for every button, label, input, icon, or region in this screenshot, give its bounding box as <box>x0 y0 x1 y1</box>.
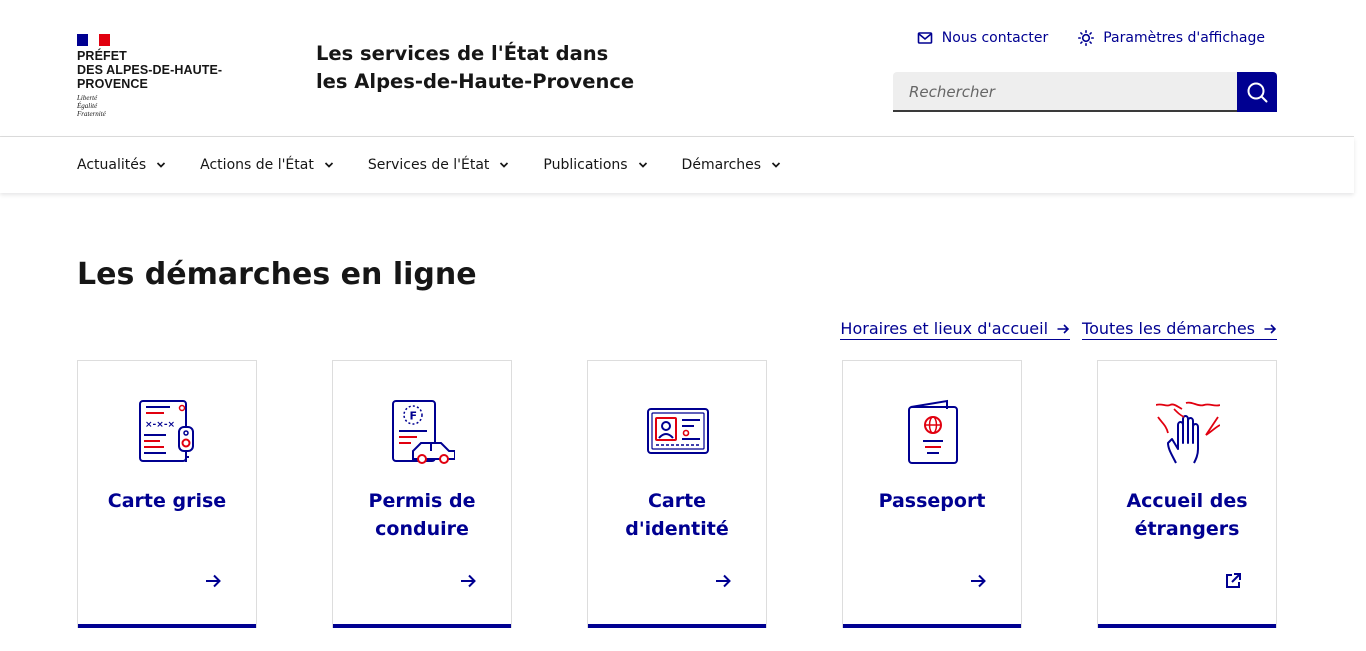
chevron-down-icon <box>771 162 781 168</box>
nav-item-actions-etat[interactable]: Actions de l'État <box>200 157 335 173</box>
card-carte-grise[interactable]: ×-×-× Carte grise <box>77 360 257 628</box>
id-card-icon <box>647 408 709 454</box>
search-icon <box>1247 82 1268 103</box>
nav-item-services-etat[interactable]: Services de l'État <box>368 157 511 173</box>
nav-item-label: Services de l'État <box>367 157 490 173</box>
chevron-down-icon <box>324 162 333 168</box>
card-title: Passeport <box>878 490 986 512</box>
contact-link[interactable]: Nous contacter <box>917 30 1048 46</box>
display-settings-label: Paramètres d'affichage <box>1103 30 1265 46</box>
card-carte-identite[interactable]: Carte d'identité <box>587 360 767 628</box>
republic-logo[interactable]: Préfet des Alpes-de-Haute-Provence Liber… <box>77 34 292 118</box>
nav-item-publications[interactable]: Publications <box>543 157 648 173</box>
arrow-right-icon <box>1057 323 1070 334</box>
horaires-link-label: Horaires et lieux d'accueil <box>840 319 1049 338</box>
republic-motto: Liberté Égalité Fraternité <box>77 94 292 118</box>
passport-icon <box>908 399 958 464</box>
logo-text: Préfet des Alpes-de-Haute-Provence <box>77 49 292 91</box>
search-button[interactable] <box>1237 72 1277 112</box>
demarches-links: Horaires et lieux d'accueil Toutes les d… <box>840 319 1277 340</box>
logo-line-prefet: Préfet <box>77 49 127 63</box>
motto-egalite: Égalité <box>77 102 98 110</box>
service-title[interactable]: Les services de l'État dans les Alpes-de… <box>316 40 636 96</box>
contact-label: Nous contacter <box>941 30 1049 46</box>
nav-list: Actualités Actions de l'État Services de… <box>77 137 815 193</box>
main-navigation: Actualités Actions de l'État Services de… <box>0 137 1354 193</box>
page-title: Les démarches en ligne <box>77 257 477 292</box>
chevron-down-icon <box>157 162 166 168</box>
french-flag-icon <box>77 34 110 46</box>
arrow-right-icon <box>461 574 476 588</box>
card-accueil-etrangers[interactable]: Accueil des étrangers <box>1097 360 1277 628</box>
nav-item-label: Publications <box>543 157 628 173</box>
card-title: Permis de conduire <box>368 490 476 540</box>
display-settings-button[interactable]: Paramètres d'affichage <box>1078 30 1265 46</box>
nav-item-label: Actions de l'État <box>200 157 314 173</box>
card-permis-conduire[interactable]: F Permis de conduire <box>332 360 512 628</box>
svg-text:F: F <box>410 410 418 423</box>
external-link-icon <box>1226 573 1241 588</box>
vehicle-registration-icon: ×-×-× <box>139 400 194 462</box>
nav-item-label: Démarches <box>681 157 762 173</box>
driving-license-icon: F <box>392 400 455 464</box>
chevron-down-icon <box>500 162 509 168</box>
chevron-down-icon <box>638 162 647 168</box>
motto-liberte: Liberté <box>77 94 98 102</box>
card-title: Carte d'identité <box>625 490 729 540</box>
svg-text:×-×-×: ×-×-× <box>145 420 175 430</box>
header-tools: Nous contacter Paramètres d'affichage <box>917 30 1265 46</box>
toutes-demarches-link[interactable]: Toutes les démarches <box>1082 319 1277 340</box>
site-header: Préfet des Alpes-de-Haute-Provence Liber… <box>0 0 1354 137</box>
nav-item-actualites[interactable]: Actualités <box>77 157 167 173</box>
arrow-right-icon <box>1264 323 1277 334</box>
horaires-link[interactable]: Horaires et lieux d'accueil <box>840 319 1071 340</box>
mail-icon <box>917 32 933 44</box>
toutes-demarches-label: Toutes les démarches <box>1082 319 1255 338</box>
card-title: Carte grise <box>107 490 227 512</box>
welcome-hand-icon <box>1156 401 1220 464</box>
demarches-cards: ×-×-× Carte grise F Permis de conduire C… <box>77 360 1277 628</box>
search-input[interactable] <box>893 72 1237 112</box>
arrow-right-icon <box>716 574 731 588</box>
logo-line-department: des Alpes-de-Haute-Provence <box>77 63 223 91</box>
arrow-right-icon <box>206 574 221 588</box>
sun-icon <box>1078 30 1095 46</box>
nav-item-label: Actualités <box>77 157 147 173</box>
motto-fraternite: Fraternité <box>77 110 106 118</box>
arrow-right-icon <box>971 574 986 588</box>
card-title: Accueil des étrangers <box>1126 490 1248 540</box>
search-bar <box>893 72 1277 112</box>
card-passeport[interactable]: Passeport <box>842 360 1022 628</box>
nav-item-demarches[interactable]: Démarches <box>682 157 783 173</box>
